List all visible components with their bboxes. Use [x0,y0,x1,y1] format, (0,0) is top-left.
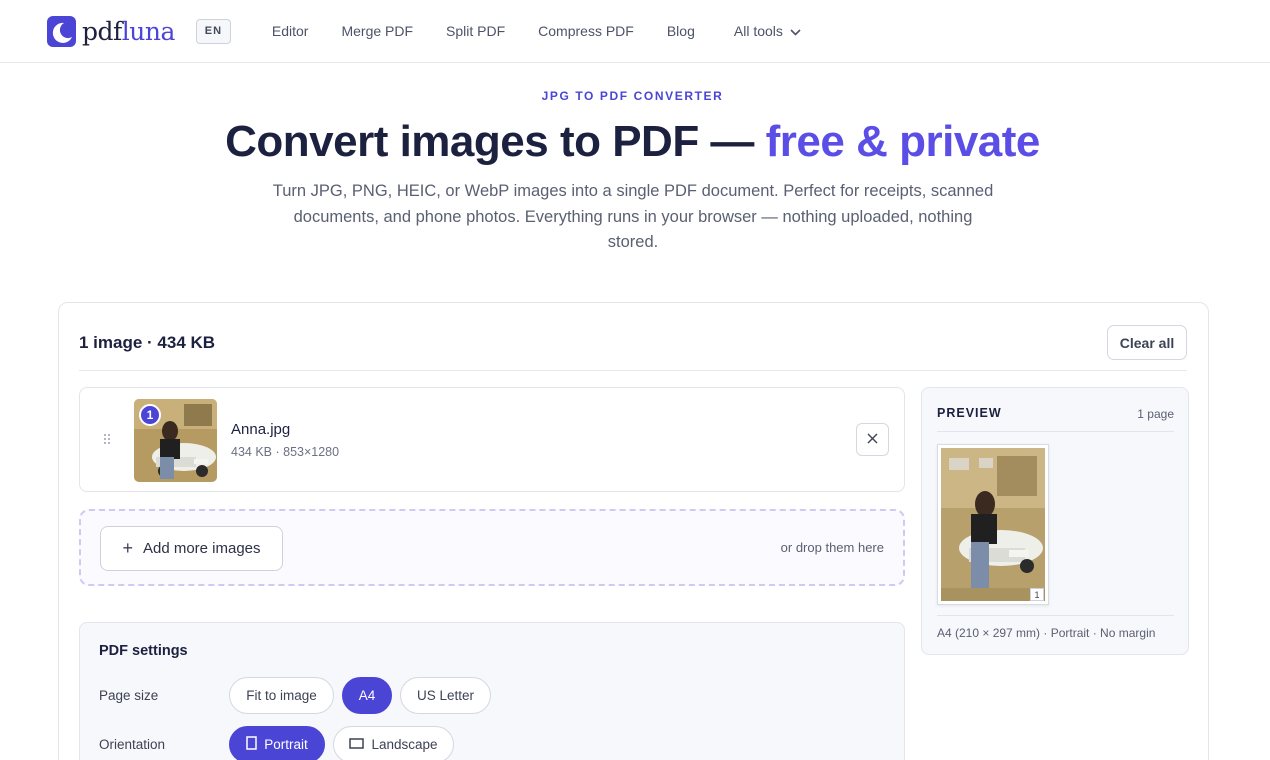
file-meta: 434 KB · 853×1280 [231,445,340,459]
nav-all-tools[interactable]: All tools [734,23,801,39]
language-selector[interactable]: EN [195,18,231,44]
preview-page-thumbnail[interactable]: 1 [937,444,1049,605]
orientation-landscape[interactable]: Landscape [333,726,454,760]
drop-hint: or drop them here [780,540,884,555]
nav-blog[interactable]: Blog [667,23,695,39]
remove-file-button[interactable] [856,423,889,456]
divider [937,615,1174,616]
logo[interactable]: pdfluna [47,15,175,47]
page-eyebrow: JPG TO PDF CONVERTER [541,89,724,103]
landscape-icon [349,737,365,752]
page-size-fit-to-image[interactable]: Fit to image [229,677,334,714]
preview-title: PREVIEW [937,406,1002,420]
page-subtitle: Turn JPG, PNG, HEIC, or WebP images into… [272,182,994,251]
settings-title: PDF settings [99,643,188,659]
file-name: Anna.jpg [231,421,291,438]
nav-editor[interactable]: Editor [272,23,309,39]
nav-merge-pdf[interactable]: Merge PDF [341,23,413,39]
page-size-label: Page size [99,688,159,703]
page-size-us-letter[interactable]: US Letter [400,677,491,714]
nav-split-pdf[interactable]: Split PDF [446,23,505,39]
card-header: 1 image · 434 KB Clear all [79,325,1187,371]
moon-logo-icon [47,15,76,47]
clear-all-button[interactable]: Clear all [1107,325,1187,360]
orientation-label: Orientation [99,737,166,752]
orientation-landscape-label: Landscape [371,737,438,752]
file-list-item[interactable]: 1 Anna.jpg 434 KB · 853×1280 [79,387,905,492]
nav-all-tools-label: All tools [733,23,783,39]
converter-card: 1 image · 434 KB Clear all 1 Anna.jpg 43… [58,302,1209,760]
preview-page-count: 1 page [1137,407,1174,421]
plus-icon: + [122,538,133,558]
pdf-settings-panel: PDF settings Page size Fit to image A4 U… [79,622,905,760]
image-dropzone[interactable]: + Add more images or drop them here [79,509,905,586]
orientation-portrait-label: Portrait [264,737,308,752]
file-order-badge: 1 [139,404,161,426]
add-more-images-button[interactable]: + Add more images [100,526,283,571]
preview-panel: PREVIEW 1 page 1 A4 (210 × 297 mm) · Por… [921,387,1189,655]
image-count: 1 image · 434 KB [79,333,216,352]
page-size-a4[interactable]: A4 [342,677,392,714]
orientation-portrait[interactable]: Portrait [229,726,325,760]
main-nav: Editor Merge PDF Split PDF Compress PDF … [272,23,834,39]
top-navbar: pdfluna EN Editor Merge PDF Split PDF Co… [0,0,1270,63]
preview-page-number: 1 [1030,588,1044,601]
page-title-accent: free & private [765,117,1041,166]
brand-name: pdfluna [82,16,175,46]
page-title: Convert images to PDF — free & private [0,117,1265,167]
preview-settings-summary: A4 (210 × 297 mm) · Portrait · No margin [937,626,1156,640]
close-icon [867,431,878,449]
portrait-icon [246,736,257,753]
drag-handle-icon[interactable] [104,434,112,446]
preview-page-image [941,448,1045,601]
page-title-main: Convert images to PDF — [225,117,766,166]
chevron-down-icon [790,23,801,39]
add-more-images-label: Add more images [142,540,261,557]
divider [937,431,1174,432]
nav-compress-pdf[interactable]: Compress PDF [538,23,634,39]
